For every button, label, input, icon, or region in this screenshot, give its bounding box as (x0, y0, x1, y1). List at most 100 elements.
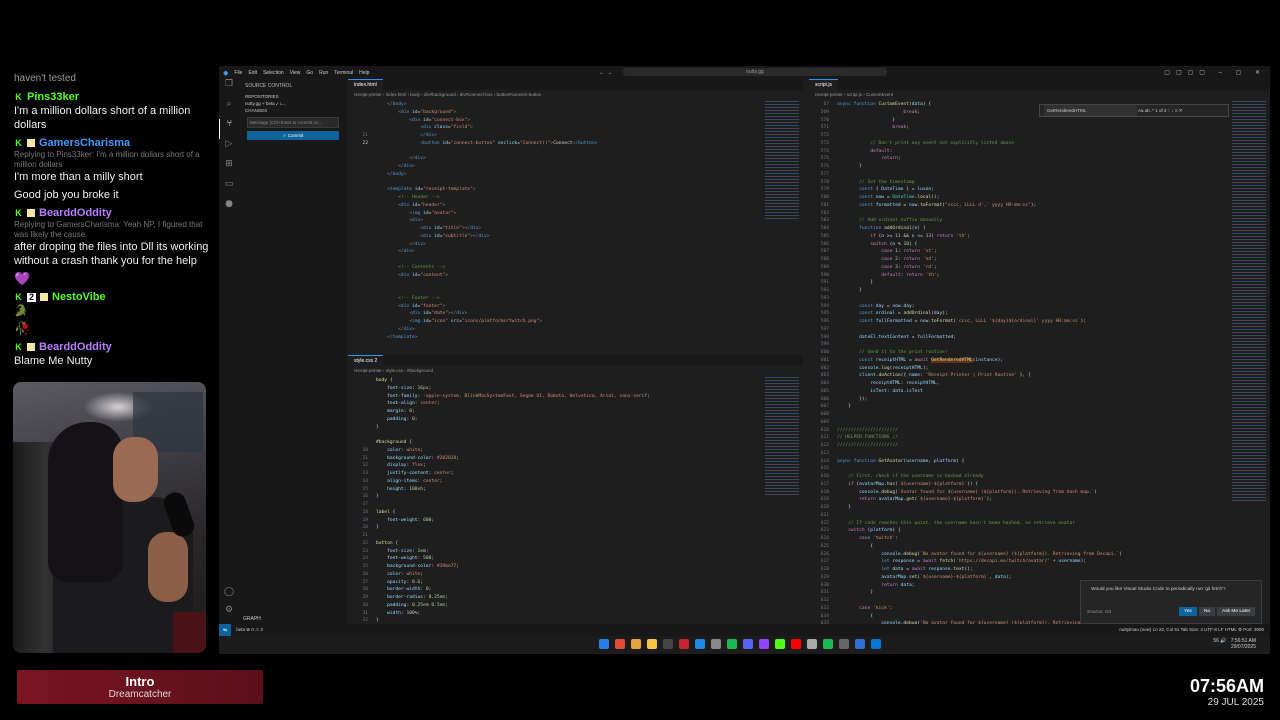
subscriber-badge-icon (40, 293, 48, 301)
song-title: Intro (125, 674, 155, 689)
menu-item-edit[interactable]: Edit (248, 70, 257, 76)
chrome-icon[interactable] (615, 639, 625, 649)
chat-header: K 2 NestoVibe (14, 290, 214, 304)
file-explorer-icon[interactable] (647, 639, 657, 649)
chat-username[interactable]: Pins33ker (27, 90, 79, 104)
command-center-search[interactable]: nutty.gg (623, 68, 887, 76)
menu-item-help[interactable]: Help (359, 70, 369, 76)
remote-explorer-icon[interactable]: ▭ (219, 179, 239, 199)
chat-username[interactable]: GamersCharisma (39, 136, 130, 150)
app-icon[interactable] (695, 639, 705, 649)
status-right[interactable]: nuttylmao (now) Ln 22, Col 51 Tab Size: … (1119, 624, 1264, 636)
vscode-taskbar-icon[interactable] (871, 639, 881, 649)
menu-item-terminal[interactable]: Terminal (334, 70, 353, 76)
subscriber-badge-icon (27, 343, 35, 351)
status-problems[interactable]: ⊗ 0 ⚠ 2 (246, 627, 263, 632)
find-input[interactable]: GetRenderedHTML (1044, 105, 1137, 116)
breadcrumb[interactable]: receipt-printer › style.css › #backgroun… (348, 366, 433, 375)
menu-item-view[interactable]: View (290, 70, 301, 76)
spotify-icon[interactable] (727, 639, 737, 649)
kick-badge-icon: K (15, 91, 22, 102)
find-options-icon[interactable]: Aa ab .* (1138, 108, 1155, 113)
app-icon[interactable] (855, 639, 865, 649)
clock-date: 29 JUL 2025 (1207, 697, 1264, 708)
firefox-icon[interactable] (631, 639, 641, 649)
find-widget[interactable]: GetRenderedHTML Aa ab .* 1 of 2 ↑ ↓ ≡ ✕ (1039, 104, 1229, 117)
repo-branch: beta (265, 101, 275, 106)
taskbar-icons (599, 639, 881, 649)
chat-username[interactable]: BearddOddity (39, 340, 112, 354)
chat-header: K Pins33ker (14, 90, 214, 104)
code-js[interactable]: 67 async function CustomEvent(data) { 569… (809, 101, 1230, 628)
chat-username[interactable]: BearddOddity (39, 206, 112, 220)
extensions-icon[interactable]: ⊞ (219, 159, 239, 179)
app-icon[interactable] (807, 639, 817, 649)
nav-arrows-icon[interactable]: ← → (599, 70, 613, 76)
app-icon[interactable] (839, 639, 849, 649)
minimap[interactable] (1232, 101, 1266, 501)
discord-icon[interactable] (743, 639, 753, 649)
clock-overlay: 07:56AM 29 JUL 2025 (1190, 676, 1264, 708)
chat-text: Blame Me Nutty (14, 355, 93, 367)
commit-message-input[interactable]: Message (Ctrl+Enter to commit on... (247, 117, 339, 128)
source-control-sidebar: SOURCE CONTROL REPOSITORIES nutty.gg ⑂ b… (239, 79, 347, 624)
explorer-icon[interactable]: ❐ (219, 79, 239, 99)
start-menu-icon[interactable] (599, 639, 609, 649)
github-icon[interactable]: ● (219, 199, 239, 219)
webcam-feed (13, 382, 206, 653)
menu-item-selection[interactable]: Selection (263, 70, 284, 76)
menu-bar: File Edit Selection View Go Run Terminal Help (234, 70, 375, 76)
run-debug-icon[interactable]: ▷ (219, 139, 239, 159)
breadcrumb[interactable]: receipt-printer › index.html › body › di… (348, 90, 541, 99)
system-tray[interactable]: 56 🔊 7:56:51 AM 29/07/2025 (1213, 638, 1256, 650)
settings-gear-icon[interactable]: ⚙ (219, 605, 239, 625)
changes-header[interactable]: CHANGES (239, 107, 347, 114)
spotify-icon[interactable] (823, 639, 833, 649)
find-nav-icon[interactable]: ↑ ↓ ≡ ✕ (1168, 108, 1183, 113)
breadcrumb[interactable]: receipt-printer › script.js › CustomEven… (809, 90, 893, 99)
app-icon[interactable] (679, 639, 689, 649)
subscriber-badge-icon (27, 209, 35, 217)
code-css[interactable]: body { font-size: 16px; font-family: -ap… (348, 377, 763, 625)
repositories-header[interactable]: REPOSITORIES (239, 93, 347, 100)
ask-later-button[interactable]: Ask Me Later (1217, 607, 1256, 616)
menu-item-go[interactable]: Go (306, 70, 313, 76)
yes-button[interactable]: Yes (1179, 607, 1197, 616)
chat-text: 🐊 (14, 305, 28, 317)
status-branch[interactable]: beta (236, 627, 245, 632)
menu-item-run[interactable]: Run (319, 70, 328, 76)
code-html[interactable]: </body> <div id="background"> <div id="c… (348, 101, 763, 341)
twitch-icon[interactable] (759, 639, 769, 649)
repo-item[interactable]: nutty.gg ⑂ beta ✓ ↻ ⋯ (239, 100, 347, 107)
editor-style-css[interactable]: style.css 2 receipt-printer › style.css … (348, 355, 803, 623)
chat-username[interactable]: NestoVibe (52, 290, 106, 304)
kick-badge-icon: K (15, 291, 22, 302)
chat-message: K BearddOddity Blame Me Nutty (14, 340, 214, 368)
chat-text: after droping the files into Dll its wor… (14, 241, 209, 267)
editor-script-js[interactable]: script.js receipt-printer › script.js › … (809, 79, 1270, 626)
windows-taskbar: 56 🔊 7:56:51 AM 29/07/2025 (219, 636, 1270, 654)
obs-icon[interactable] (663, 639, 673, 649)
source-control-icon[interactable]: ⑂ (219, 119, 239, 139)
minimap[interactable] (765, 377, 799, 497)
youtube-icon[interactable] (791, 639, 801, 649)
account-icon[interactable]: ◯ (219, 587, 239, 607)
search-icon[interactable]: ⌕ (219, 99, 239, 119)
editor-index-html[interactable]: index.html receipt-printer › index.html … (348, 79, 803, 354)
chat-message: K GamersCharisma Replying to Pins33ker: I'… (14, 136, 214, 184)
commit-button[interactable]: ✓ Commit (247, 131, 339, 140)
chat-text: I'm more than a milly short (14, 171, 143, 183)
remote-indicator-icon[interactable]: ⇆ (219, 624, 231, 636)
chat-message: haven't tested (14, 72, 214, 86)
menu-item-file[interactable]: File (234, 70, 242, 76)
kick-icon[interactable] (775, 639, 785, 649)
git-fetch-notification: Would you like Visual Studio Code to per… (1080, 580, 1262, 624)
no-button[interactable]: No (1199, 607, 1216, 616)
graph-section-header[interactable]: GRAPH (243, 616, 261, 622)
window-controls[interactable]: ▢▢▢▢ – ▢ ✕ (1164, 69, 1266, 76)
minimap[interactable] (765, 101, 799, 221)
streamer-arm (148, 532, 188, 602)
chat-panel: haven't tested K Pins33ker I'm a million do… (14, 70, 214, 372)
status-bar: ⇆ beta ⊗ 0 ⚠ 2 nuttylmao (now) Ln 22, Co… (219, 624, 1270, 636)
app-icon[interactable] (711, 639, 721, 649)
